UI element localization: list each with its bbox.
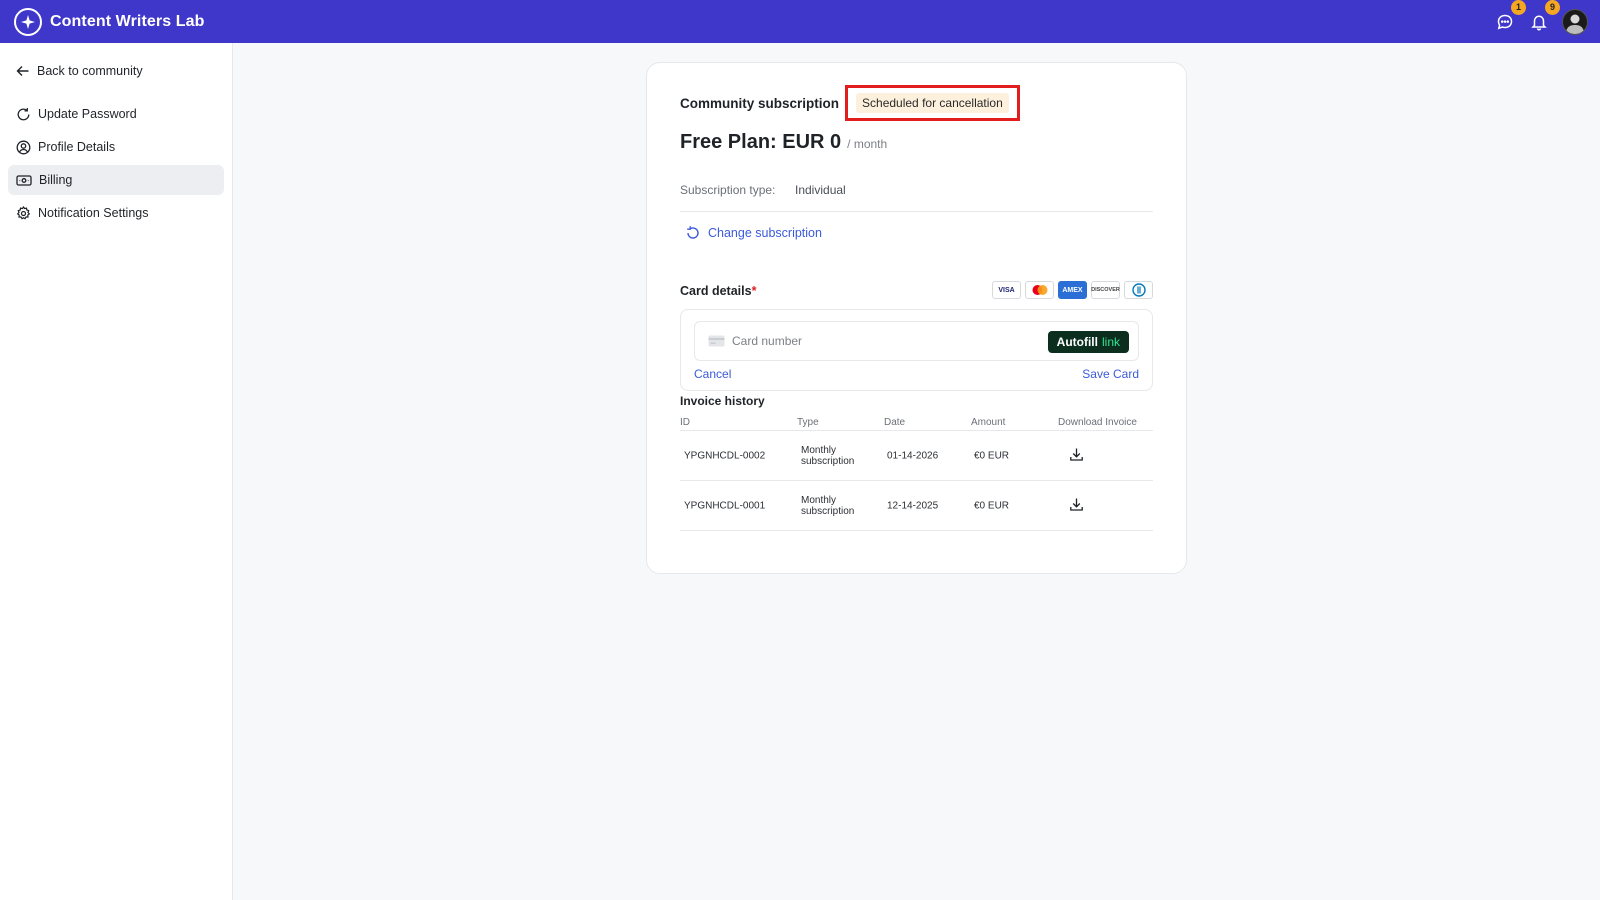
arrow-left-icon [16, 66, 29, 76]
notifications-badge: 9 [1545, 0, 1560, 15]
amex-icon: AMEX [1058, 281, 1087, 299]
billing-card: Community subscription Scheduled for can… [646, 62, 1187, 574]
change-subscription-label: Change subscription [708, 226, 822, 240]
subscription-type-label: Subscription type: [680, 183, 776, 197]
notifications-button[interactable]: 9 [1528, 0, 1560, 33]
sidebar-item-label: Notification Settings [38, 206, 149, 220]
column-header: Date [884, 417, 906, 428]
column-header: Type [797, 417, 819, 428]
sidebar-item-notification-settings[interactable]: Notification Settings [8, 198, 224, 228]
card-details-label: Card details* [680, 284, 757, 298]
refresh-icon [17, 107, 30, 120]
status-badge: Scheduled for cancellation [856, 93, 1009, 113]
cancel-button[interactable]: Cancel [694, 367, 731, 381]
column-header: Amount [971, 417, 1006, 428]
chat-button[interactable]: 1 [1494, 0, 1526, 33]
credit-card-icon [708, 335, 725, 347]
save-card-button[interactable]: Save Card [1082, 367, 1139, 381]
highlight-box: Scheduled for cancellation [845, 85, 1020, 121]
invoice-id: YPGNHCDL-0002 [684, 450, 766, 461]
discover-icon: DISCOVER [1091, 281, 1120, 299]
table-row: YPGNHCDL-0001 Monthly subscription 12-14… [680, 481, 1153, 530]
sidebar-item-profile-details[interactable]: Profile Details [8, 132, 224, 162]
autofill-link-button[interactable]: Autofill link [1047, 331, 1129, 353]
sidebar-item-billing[interactable]: Billing [8, 165, 224, 195]
back-to-community-link[interactable]: Back to community [8, 56, 224, 86]
diners-club-icon [1124, 281, 1153, 299]
sidebar-item-label: Update Password [38, 107, 137, 121]
chat-badge: 1 [1511, 0, 1526, 15]
table-row: YPGNHCDL-0002 Monthly subscription 01-14… [680, 431, 1153, 480]
back-label: Back to community [37, 64, 143, 78]
refresh-icon [687, 226, 699, 239]
divider [680, 211, 1153, 212]
chat-icon [1497, 14, 1513, 30]
download-icon[interactable] [1069, 497, 1084, 515]
invoice-amount: €0 EUR [974, 450, 1010, 461]
user-circle-icon [16, 140, 31, 154]
sidebar-item-label: Billing [39, 173, 73, 187]
sidebar: Back to community Update Password Profil… [0, 43, 233, 900]
plan-name: Free Plan: EUR 0 [680, 131, 842, 153]
billing-icon [16, 174, 32, 186]
invoice-history-title: Invoice history [680, 394, 765, 408]
invoice-amount: €0 EUR [974, 500, 1010, 511]
sidebar-item-label: Profile Details [38, 140, 116, 154]
invoice-id: YPGNHCDL-0001 [684, 500, 766, 511]
card-form: Card number Autofill link Cancel Save Car… [680, 309, 1153, 391]
invoice-type: Monthly subscription [801, 494, 855, 517]
mastercard-icon [1025, 281, 1054, 299]
card-brands: VISA AMEX DISCOVER [992, 281, 1153, 299]
gear-icon [16, 205, 31, 220]
app-title[interactable]: Content Writers Lab [50, 13, 205, 31]
card-number-input[interactable]: Card number Autofill link [694, 321, 1139, 361]
column-header: ID [680, 417, 690, 428]
column-header: Download Invoice [1058, 417, 1137, 428]
plan-period: / month [847, 137, 888, 151]
invoice-date: 12-14-2025 [887, 500, 939, 511]
top-bar: Content Writers Lab 1 9 [0, 0, 1600, 43]
download-icon[interactable] [1069, 447, 1084, 465]
bell-icon [1531, 14, 1547, 30]
sidebar-item-update-password[interactable]: Update Password [8, 99, 224, 129]
invoice-type: Monthly subscription [801, 444, 855, 467]
subscription-title: Community subscription [680, 95, 840, 111]
logo-icon[interactable] [14, 7, 42, 36]
avatar[interactable] [1562, 8, 1588, 35]
invoice-date: 01-14-2026 [887, 450, 939, 461]
change-subscription-link[interactable]: Change subscription [685, 225, 822, 241]
subscription-type-value: Individual [795, 183, 846, 197]
card-number-placeholder: Card number [732, 334, 803, 348]
divider [680, 530, 1153, 531]
required-mark: * [751, 284, 757, 298]
visa-icon: VISA [992, 281, 1021, 299]
